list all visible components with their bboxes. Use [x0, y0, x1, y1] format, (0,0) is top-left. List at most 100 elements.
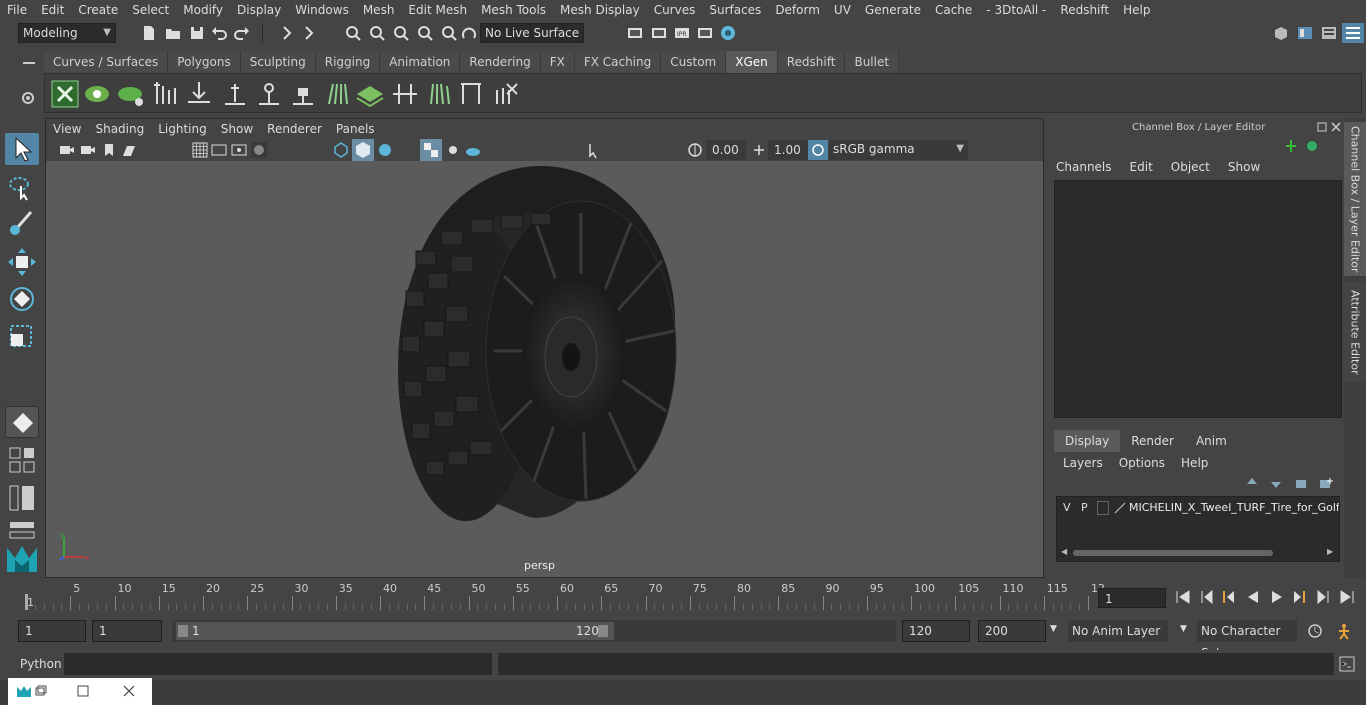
xgen-density-icon[interactable]: [355, 80, 385, 108]
current-time-marker[interactable]: [25, 594, 28, 610]
gear-icon[interactable]: [20, 90, 36, 106]
menu-help[interactable]: Help: [1116, 3, 1157, 17]
layer-color-swatch[interactable]: [1097, 501, 1109, 515]
play-forwards-icon[interactable]: [1268, 588, 1286, 606]
menu-surfaces[interactable]: Surfaces: [702, 3, 768, 17]
last-tool[interactable]: [5, 406, 39, 438]
close-icon[interactable]: [1330, 121, 1342, 133]
time-slider[interactable]: 1 5 10 15 20 25 30 35 40 45 50 55 60 65 70 75 80 85 90 95 10…: [0, 580, 1366, 614]
select-by-component-icon[interactable]: [300, 24, 318, 42]
scrollbar-thumb[interactable]: [1073, 550, 1273, 556]
magnet-icon[interactable]: [460, 24, 478, 42]
ipr-render-icon[interactable]: IPR: [673, 24, 691, 42]
bookmark-icon[interactable]: [100, 141, 118, 159]
new-layer-icon[interactable]: [1294, 476, 1310, 490]
float-window-icon[interactable]: [1316, 121, 1328, 133]
speed-icon[interactable]: [1305, 138, 1319, 154]
xgen-add-guide-icon[interactable]: [221, 80, 249, 108]
layer-row[interactable]: V P MICHELIN_X_Tweel_TURF_Tire_for_Golf_…: [1059, 499, 1339, 517]
shelf-tab-animation[interactable]: Animation: [380, 51, 461, 73]
menu-generate[interactable]: Generate: [858, 3, 928, 17]
lasso-tool[interactable]: [5, 172, 39, 204]
script-editor-icon[interactable]: [1338, 655, 1356, 673]
grid-toggle-icon[interactable]: [191, 141, 209, 159]
camera-select-icon[interactable]: [58, 141, 76, 159]
camera-attributes-icon[interactable]: [79, 141, 97, 159]
manipulator-icon[interactable]: [1284, 138, 1298, 154]
xgen-sculpt-guide-icon[interactable]: [255, 80, 283, 108]
range-end-handle[interactable]: [598, 625, 608, 637]
menu-display[interactable]: Display: [230, 3, 288, 17]
range-start-handle[interactable]: [178, 625, 188, 637]
animation-preferences-icon[interactable]: [1334, 622, 1354, 640]
smooth-shade-icon[interactable]: [332, 141, 350, 159]
hypershade-icon[interactable]: [719, 24, 737, 42]
shelf-tab-bullet[interactable]: Bullet: [845, 51, 900, 73]
go-to-start-icon[interactable]: [1174, 588, 1192, 606]
layer-tab-anim[interactable]: Anim: [1184, 430, 1238, 452]
menu-modify[interactable]: Modify: [176, 3, 230, 17]
play-backwards-icon[interactable]: [1244, 588, 1262, 606]
viewport-menu-panels[interactable]: Panels: [329, 122, 382, 136]
viewport-menu-renderer[interactable]: Renderer: [260, 122, 329, 136]
chevron-down-icon[interactable]: ▼: [1180, 624, 1187, 634]
image-plane-icon[interactable]: [120, 141, 138, 159]
xgen-interactive-groom-icon[interactable]: [425, 80, 453, 108]
time-ruler[interactable]: 1 5 10 15 20 25 30 35 40 45 50 55 60 65 70 75 80 85 90 95 10…: [18, 580, 1105, 610]
shelf-tab-rendering[interactable]: Rendering: [460, 51, 541, 73]
viewport-menu-show[interactable]: Show: [214, 122, 260, 136]
menu-mesh-tools[interactable]: Mesh Tools: [474, 3, 553, 17]
layout-icon[interactable]: [1296, 24, 1314, 42]
chevron-down-icon[interactable]: ▼: [1050, 624, 1057, 634]
gamma-field[interactable]: 1.00: [768, 140, 808, 160]
restore-icon[interactable]: [34, 685, 48, 697]
snap-curve-icon[interactable]: [368, 24, 386, 42]
shelf-tab-fx-caching[interactable]: FX Caching: [574, 51, 662, 73]
menu-edit-mesh[interactable]: Edit Mesh: [401, 3, 474, 17]
render-current-icon[interactable]: [650, 24, 668, 42]
current-frame-field[interactable]: 1: [1098, 588, 1166, 608]
new-layer-selected-icon[interactable]: [1318, 476, 1334, 490]
color-management-icon[interactable]: [808, 140, 828, 160]
save-scene-icon[interactable]: [188, 24, 206, 42]
snap-live-icon[interactable]: [440, 24, 458, 42]
shelf-tab-fx[interactable]: FX: [540, 51, 575, 73]
isolate-icon[interactable]: [586, 141, 604, 159]
go-to-end-icon[interactable]: [1338, 588, 1356, 606]
menu-redshift[interactable]: Redshift: [1053, 3, 1116, 17]
layer-menu-help[interactable]: Help: [1181, 456, 1208, 470]
layer-menu-options[interactable]: Options: [1119, 456, 1165, 470]
light-icon[interactable]: [444, 141, 462, 159]
snap-view-plane-icon[interactable]: [416, 24, 434, 42]
shelf-tab-redshift[interactable]: Redshift: [777, 51, 846, 73]
xgen-spline-icon[interactable]: [457, 80, 485, 108]
panel-layout-icon[interactable]: [1320, 24, 1338, 42]
close-icon[interactable]: [122, 685, 136, 697]
xray-icon[interactable]: [420, 139, 442, 161]
anim-layer-dropdown[interactable]: No Anim Layer: [1068, 620, 1168, 642]
render-view-icon[interactable]: [626, 24, 644, 42]
graph-layout-icon[interactable]: [8, 520, 36, 540]
step-back-key-icon[interactable]: [1198, 588, 1216, 606]
menu-uv[interactable]: UV: [827, 3, 858, 17]
menu-mesh-display[interactable]: Mesh Display: [553, 3, 647, 17]
channel-menu-edit[interactable]: Edit: [1130, 160, 1153, 174]
wireframe-icon[interactable]: [250, 141, 268, 159]
viewport-menu-shading[interactable]: Shading: [88, 122, 151, 136]
layer-playback-toggle[interactable]: P: [1081, 501, 1088, 514]
channel-box-toggle-icon[interactable]: [1342, 23, 1364, 43]
redo-icon[interactable]: [233, 24, 251, 42]
shelf-tab-xgen[interactable]: XGen: [726, 51, 778, 73]
shelf-tab-curves-surfaces[interactable]: Curves / Surfaces: [44, 51, 169, 73]
scale-tool[interactable]: [5, 320, 39, 352]
color-space-dropdown[interactable]: sRGB gamma ▼: [829, 140, 968, 160]
auto-key-icon[interactable]: [1306, 622, 1324, 640]
select-tool[interactable]: [5, 133, 39, 165]
3d-viewport[interactable]: xy persp: [46, 161, 1043, 577]
horizontal-scrollbar[interactable]: ◀ ▶: [1059, 547, 1337, 559]
move-layer-up-icon[interactable]: [1244, 476, 1260, 490]
mode-dropdown[interactable]: Modeling ▼: [18, 23, 116, 43]
menu-create[interactable]: Create: [71, 3, 125, 17]
shelf-tab-sculpting[interactable]: Sculpting: [240, 51, 316, 73]
open-scene-icon[interactable]: [164, 24, 182, 42]
